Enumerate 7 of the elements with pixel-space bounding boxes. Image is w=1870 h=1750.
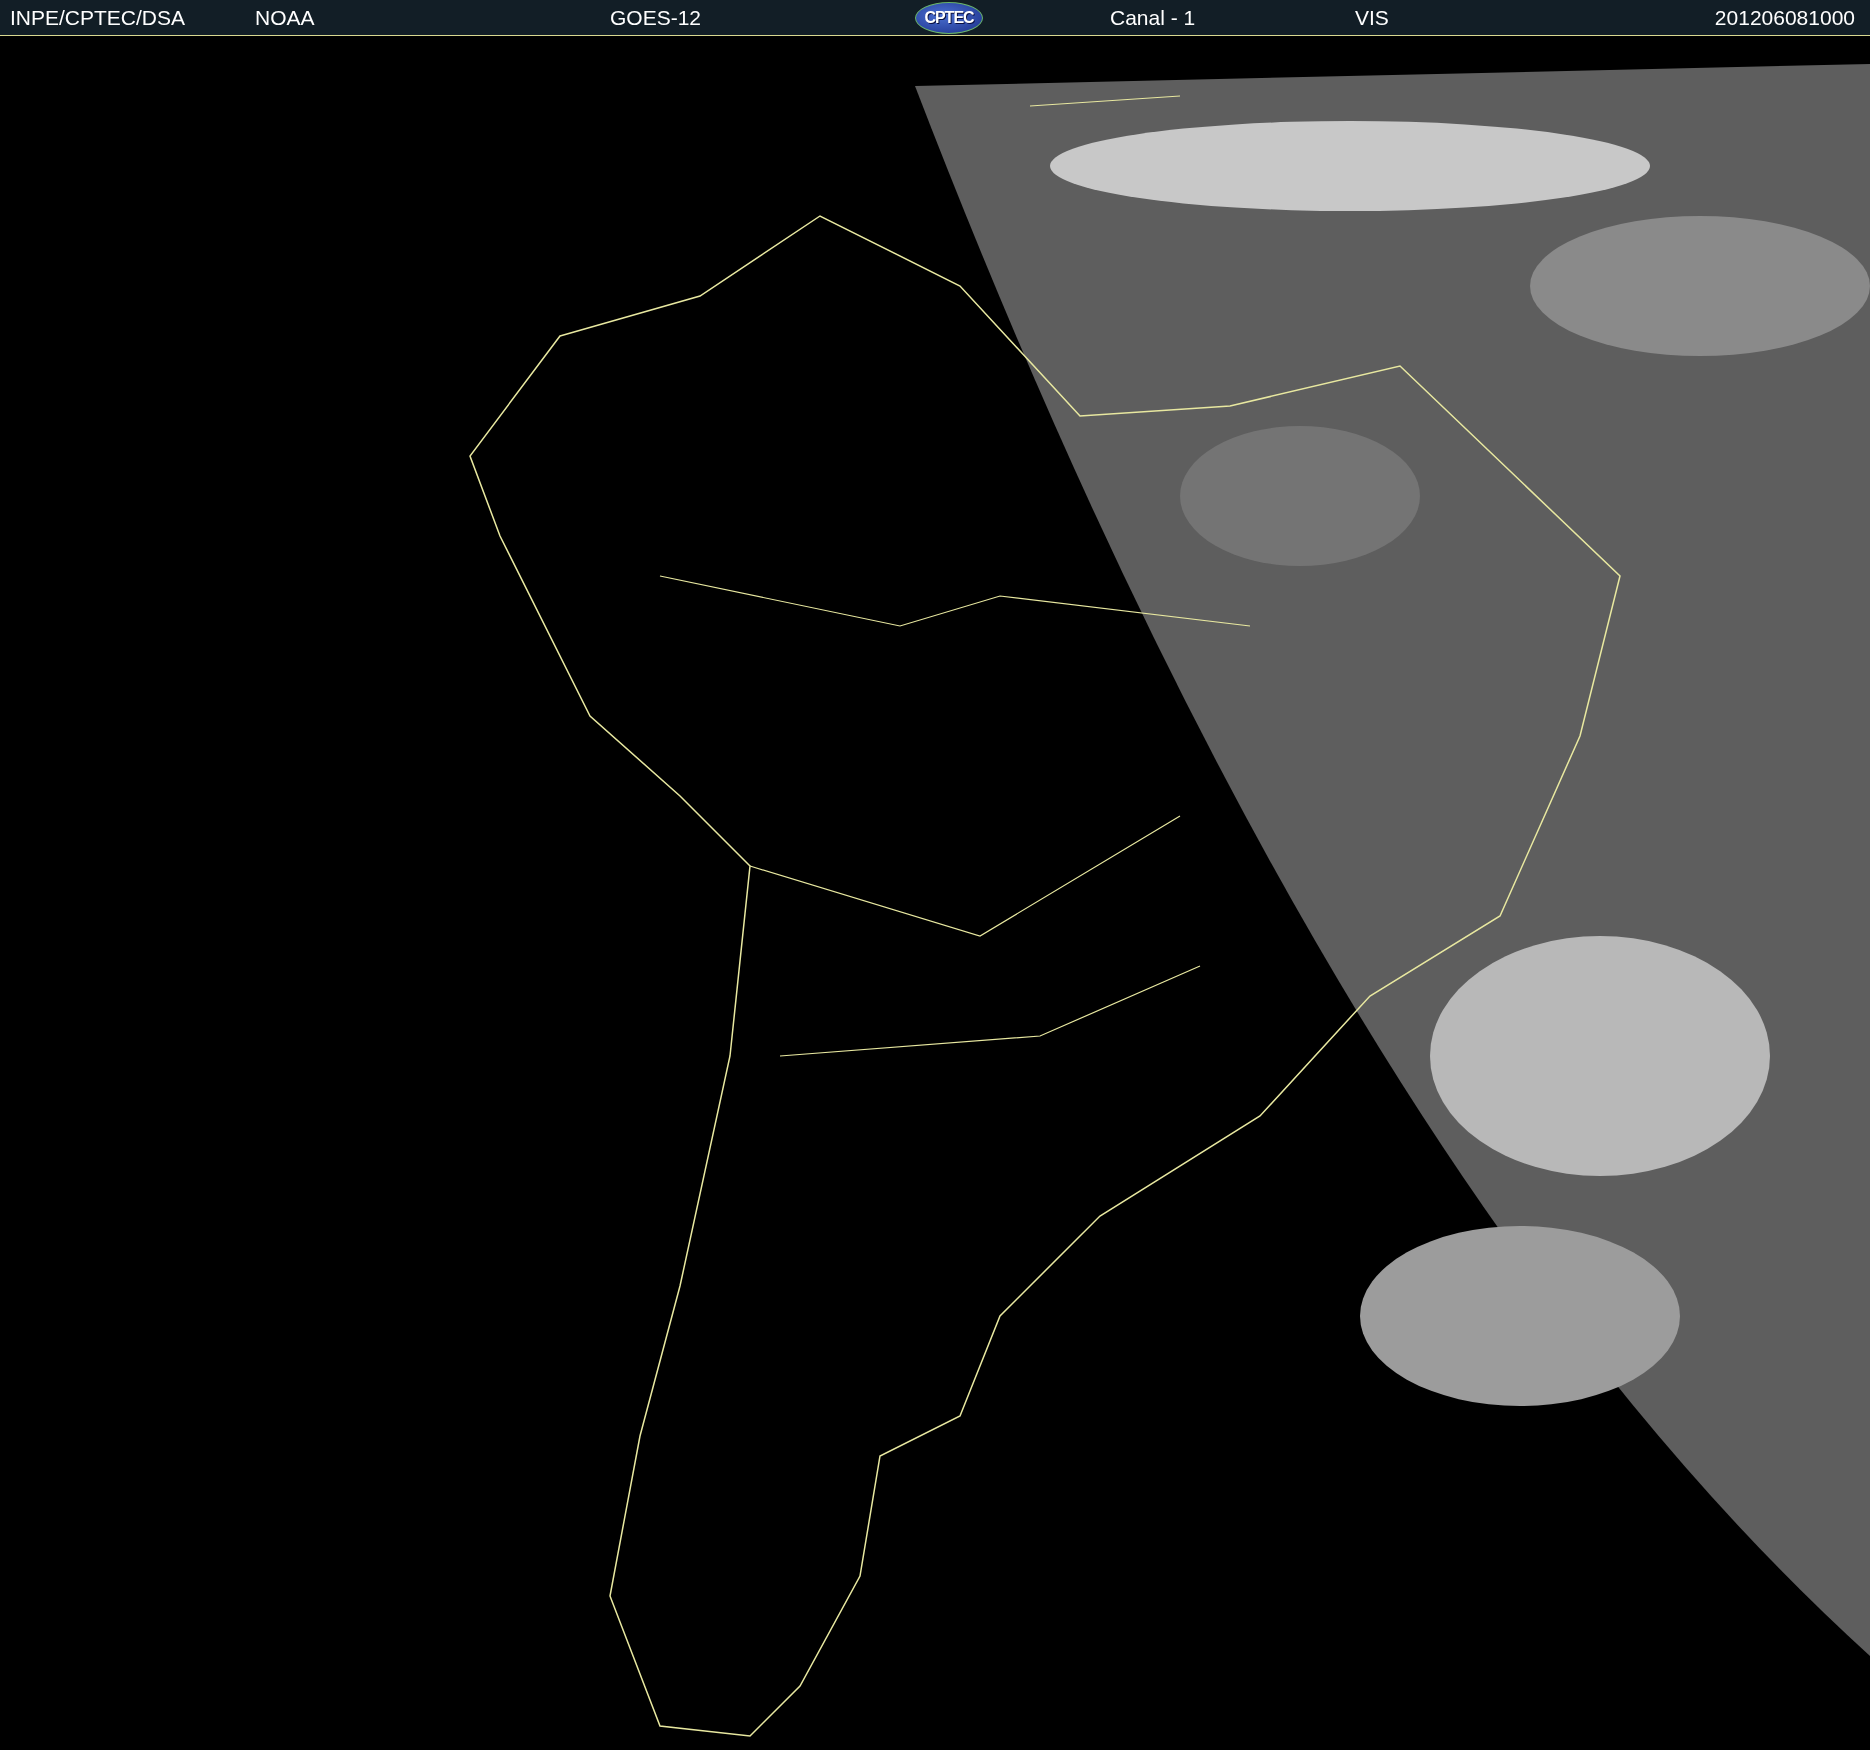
logo: CPTEC xyxy=(915,1,983,34)
header-label: NOAA xyxy=(255,5,315,30)
header-label: 201206081000 xyxy=(1714,5,1856,30)
header-label: VIS xyxy=(1355,5,1389,30)
header-label: INPE/CPTEC/DSA xyxy=(10,5,186,30)
header-label: Canal - 1 xyxy=(1110,5,1196,30)
header-label: GOES-12 xyxy=(610,5,702,30)
